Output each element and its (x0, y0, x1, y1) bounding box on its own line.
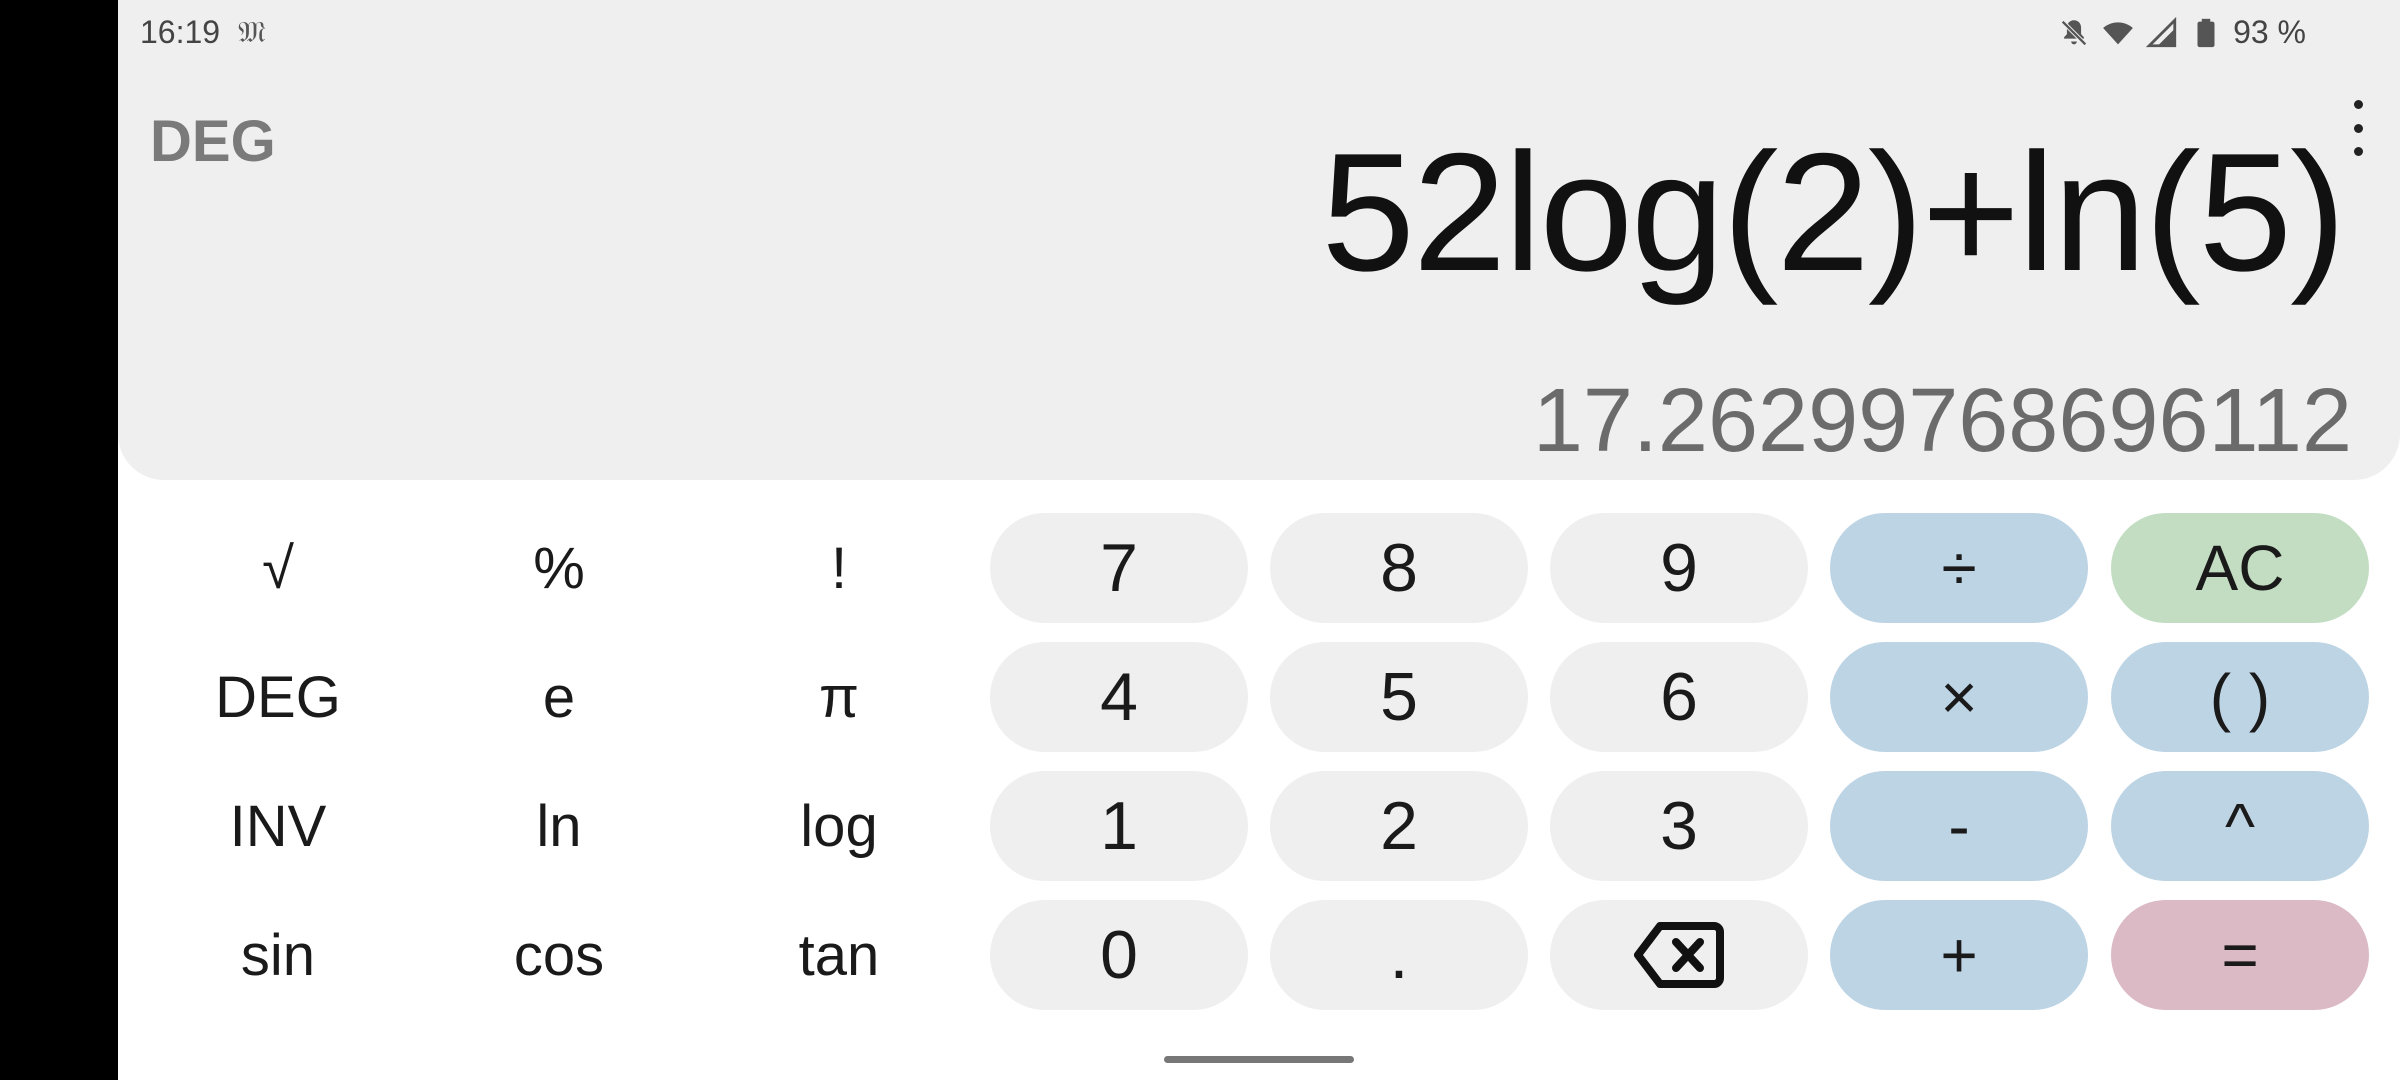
digit-4-button[interactable]: 4 (990, 642, 1248, 752)
screen-cutout (0, 0, 118, 1080)
sqrt-button[interactable]: √ (149, 513, 407, 623)
percent-button[interactable]: % (430, 513, 688, 623)
digit-0-button[interactable]: 0 (990, 900, 1248, 1010)
pi-button[interactable]: π (710, 642, 968, 752)
digit-7-button[interactable]: 7 (990, 513, 1248, 623)
plus-button[interactable]: + (1830, 900, 2088, 1010)
factorial-button[interactable]: ! (710, 513, 968, 623)
digit-9-button[interactable]: 9 (1550, 513, 1808, 623)
backspace-icon (1634, 922, 1724, 988)
log-button[interactable]: log (710, 771, 968, 881)
inverse-button[interactable]: INV (149, 771, 407, 881)
natural-log-button[interactable]: ln (430, 771, 688, 881)
digit-8-button[interactable]: 8 (1270, 513, 1528, 623)
sine-button[interactable]: sin (149, 900, 407, 1010)
power-button[interactable]: ^ (2111, 771, 2369, 881)
digit-2-button[interactable]: 2 (1270, 771, 1528, 881)
tangent-button[interactable]: tan (710, 900, 968, 1010)
multiply-button[interactable]: × (1830, 642, 2088, 752)
decimal-point-button[interactable]: . (1270, 900, 1528, 1010)
equals-button[interactable]: = (2111, 900, 2369, 1010)
home-indicator[interactable] (1164, 1056, 1354, 1063)
parentheses-button[interactable]: ( ) (2111, 642, 2369, 752)
deg-rad-toggle-button[interactable]: DEG (149, 642, 407, 752)
digit-3-button[interactable]: 3 (1550, 771, 1808, 881)
digit-6-button[interactable]: 6 (1550, 642, 1808, 752)
minus-button[interactable]: - (1830, 771, 2088, 881)
cosine-button[interactable]: cos (430, 900, 688, 1010)
clear-button[interactable]: AC (2111, 513, 2369, 623)
keypad: √ % ! 7 8 9 ÷ AC DEG e π 4 5 6 × ( ) INV… (118, 0, 2400, 1080)
backspace-button[interactable] (1550, 900, 1808, 1010)
euler-constant-button[interactable]: e (430, 642, 688, 752)
digit-5-button[interactable]: 5 (1270, 642, 1528, 752)
divide-button[interactable]: ÷ (1830, 513, 2088, 623)
calculator-screen: 16:19 𝔐 93 % DEG 52log(2)+ln(5) 17.26299… (118, 0, 2400, 1080)
digit-1-button[interactable]: 1 (990, 771, 1248, 881)
